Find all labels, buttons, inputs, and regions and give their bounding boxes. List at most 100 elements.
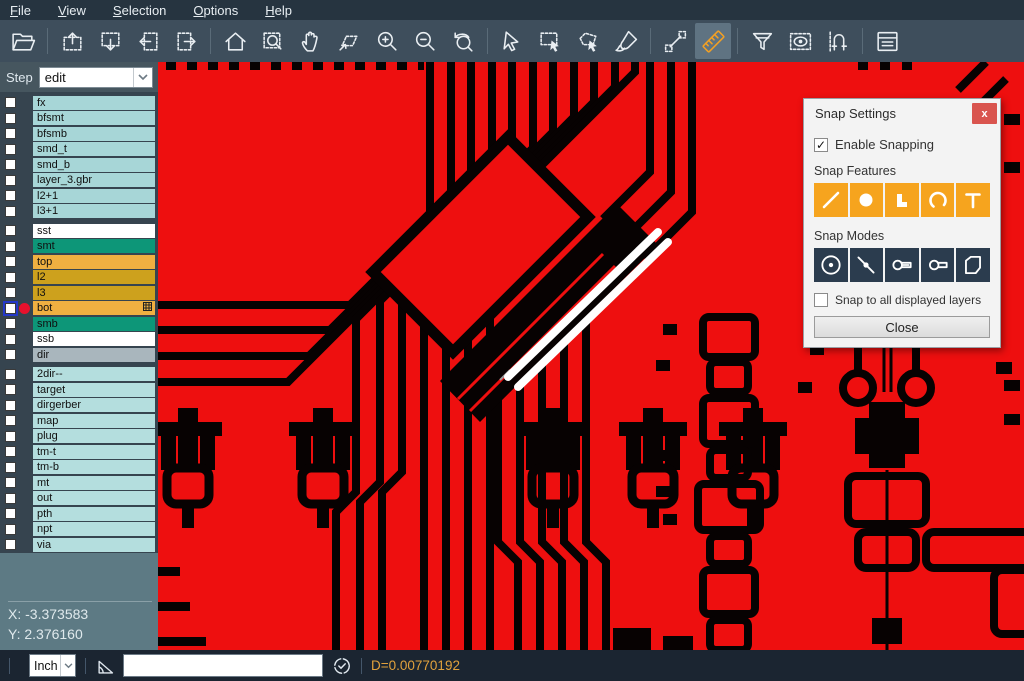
- layer-visibility-checkbox[interactable]: [5, 318, 16, 329]
- layer-label[interactable]: smt: [33, 239, 155, 253]
- layer-row-top[interactable]: top: [0, 254, 158, 270]
- snap-mode-polygon-button[interactable]: [956, 248, 990, 282]
- home-button[interactable]: [217, 23, 253, 59]
- menu-help[interactable]: Help: [265, 3, 292, 18]
- layer-row-l2[interactable]: l2: [0, 270, 158, 286]
- layer-label[interactable]: layer_3.gbr: [33, 173, 155, 187]
- chevron-down-icon[interactable]: [60, 655, 75, 676]
- layer-visibility-checkbox[interactable]: [5, 349, 16, 360]
- snap-feature-line-button[interactable]: [814, 183, 848, 217]
- paint-select-button[interactable]: [608, 23, 644, 59]
- filter-button[interactable]: [744, 23, 780, 59]
- layer-row-plug[interactable]: plug: [0, 429, 158, 445]
- layer-label[interactable]: via: [33, 538, 155, 552]
- menu-options[interactable]: Options: [193, 3, 238, 18]
- snap-all-layers-checkbox[interactable]: [814, 293, 828, 307]
- layer-row-fx[interactable]: fx: [0, 95, 158, 111]
- layer-label[interactable]: smd_t: [33, 142, 155, 156]
- zoom-in-button[interactable]: [369, 23, 405, 59]
- snap-mode-point-on-line-button[interactable]: [850, 248, 884, 282]
- layer-label[interactable]: top: [33, 255, 155, 269]
- measure-distance-button[interactable]: [657, 23, 693, 59]
- layer-visibility-checkbox[interactable]: [5, 128, 16, 139]
- snap-feature-arc-button[interactable]: [921, 183, 955, 217]
- snap-settings-button[interactable]: [820, 23, 856, 59]
- layer-row-dirgerber[interactable]: dirgerber: [0, 398, 158, 414]
- layer-row-npt[interactable]: npt: [0, 522, 158, 538]
- layer-label[interactable]: npt: [33, 522, 155, 536]
- select-polygon-button[interactable]: [570, 23, 606, 59]
- layer-label[interactable]: tm-t: [33, 445, 155, 459]
- layer-label[interactable]: fx: [33, 96, 155, 110]
- layer-label[interactable]: dirgerber: [33, 398, 155, 412]
- layer-visibility-checkbox[interactable]: [5, 225, 16, 236]
- layer-label[interactable]: pth: [33, 507, 155, 521]
- layer-label[interactable]: l2+1: [33, 189, 155, 203]
- layer-row-layer_3.gbr[interactable]: layer_3.gbr: [0, 173, 158, 189]
- layer-label[interactable]: map: [33, 414, 155, 428]
- layer-row-smd_t[interactable]: smd_t: [0, 142, 158, 158]
- layer-visibility-checkbox[interactable]: [5, 493, 16, 504]
- open-folder-button[interactable]: [5, 23, 41, 59]
- layer-row-bfsmb[interactable]: bfsmb: [0, 126, 158, 142]
- units-select[interactable]: Inch: [29, 654, 76, 677]
- layer-row-tm-t[interactable]: tm-t: [0, 444, 158, 460]
- pan-up-button[interactable]: [54, 23, 90, 59]
- view-options-button[interactable]: [782, 23, 818, 59]
- select-rectangle-button[interactable]: [532, 23, 568, 59]
- pan-hand-button[interactable]: [293, 23, 329, 59]
- layer-label[interactable]: ssb: [33, 332, 155, 346]
- layer-row-2dir--[interactable]: 2dir--: [0, 367, 158, 383]
- dialog-title-bar[interactable]: Snap Settings x: [804, 99, 1000, 128]
- enable-snapping-checkbox[interactable]: ✓: [814, 138, 828, 152]
- close-button[interactable]: Close: [814, 316, 990, 338]
- refresh-check-icon[interactable]: [332, 656, 352, 676]
- layer-visibility-checkbox[interactable]: [5, 400, 16, 411]
- snap-feature-surface-button[interactable]: [885, 183, 919, 217]
- layer-row-tm-b[interactable]: tm-b: [0, 460, 158, 476]
- layer-row-bfsmt[interactable]: bfsmt: [0, 111, 158, 127]
- layer-visibility-checkbox[interactable]: [5, 175, 16, 186]
- layer-visibility-checkbox[interactable]: [5, 256, 16, 267]
- grid-icon[interactable]: [143, 301, 152, 315]
- pan-right-button[interactable]: [168, 23, 204, 59]
- layer-visibility-checkbox[interactable]: [5, 303, 16, 314]
- layer-row-smb[interactable]: smb: [0, 316, 158, 332]
- layer-label[interactable]: smd_b: [33, 158, 155, 172]
- layer-label[interactable]: target: [33, 383, 155, 397]
- layer-row-l3[interactable]: l3: [0, 285, 158, 301]
- layer-visibility-checkbox[interactable]: [5, 384, 16, 395]
- zoom-dynamic-button[interactable]: [331, 23, 367, 59]
- layer-visibility-checkbox[interactable]: [5, 272, 16, 283]
- layer-label[interactable]: out: [33, 491, 155, 505]
- zoom-window-button[interactable]: [255, 23, 291, 59]
- layer-visibility-checkbox[interactable]: [5, 97, 16, 108]
- layer-visibility-checkbox[interactable]: [5, 508, 16, 519]
- zoom-out-button[interactable]: [407, 23, 443, 59]
- layer-visibility-checkbox[interactable]: [5, 431, 16, 442]
- enable-snapping-row[interactable]: ✓ Enable Snapping: [814, 137, 990, 152]
- layer-row-bot[interactable]: bot: [0, 301, 158, 317]
- layer-visibility-checkbox[interactable]: [5, 539, 16, 550]
- layer-label[interactable]: dir: [33, 348, 155, 362]
- snap-mode-center-button[interactable]: [814, 248, 848, 282]
- layer-row-via[interactable]: via: [0, 537, 158, 553]
- layer-row-l3+1[interactable]: l3+1: [0, 204, 158, 220]
- layer-label[interactable]: bfsmb: [33, 127, 155, 141]
- layer-row-l2+1[interactable]: l2+1: [0, 188, 158, 204]
- layer-row-mt[interactable]: mt: [0, 475, 158, 491]
- pan-down-button[interactable]: [92, 23, 128, 59]
- snap-feature-pad-button[interactable]: [850, 183, 884, 217]
- layer-visibility-checkbox[interactable]: [5, 369, 16, 380]
- layer-visibility-checkbox[interactable]: [5, 462, 16, 473]
- layer-visibility-checkbox[interactable]: [5, 159, 16, 170]
- layer-visibility-checkbox[interactable]: [5, 477, 16, 488]
- layer-row-pth[interactable]: pth: [0, 506, 158, 522]
- step-select[interactable]: edit: [39, 67, 153, 88]
- layer-label[interactable]: bfsmt: [33, 111, 155, 125]
- angle-mode-icon[interactable]: [95, 655, 117, 677]
- layer-row-ssb[interactable]: ssb: [0, 332, 158, 348]
- layer-label[interactable]: l3+1: [33, 204, 155, 218]
- layer-label[interactable]: sst: [33, 224, 155, 238]
- command-input[interactable]: [123, 654, 323, 677]
